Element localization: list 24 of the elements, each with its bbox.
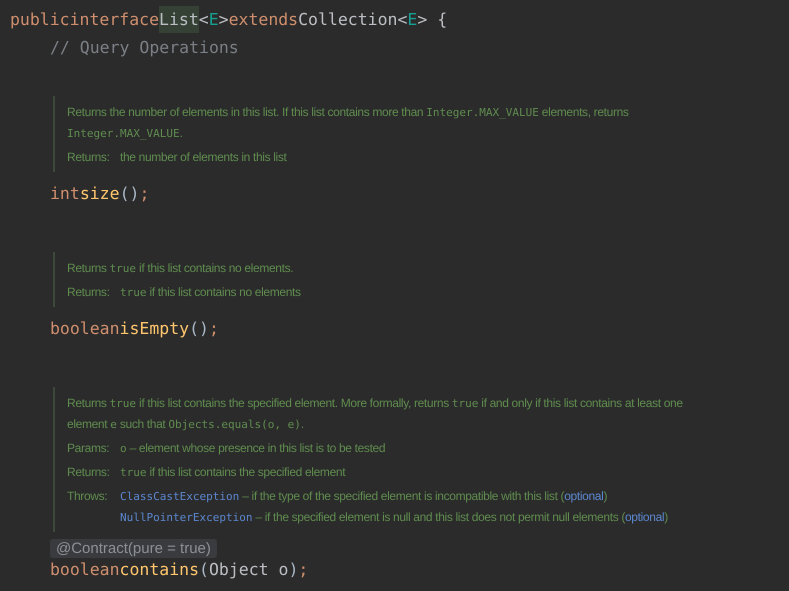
doc-link[interactable]: NullPointerException <box>120 511 252 524</box>
doc-link[interactable]: optional <box>564 489 604 503</box>
doc-description: Returns true if this list contains the specified element. More formally, returns true if and only if this list contains at least one element e such that Objects.equals(o, e). <box>67 395 684 433</box>
doc-tag-text: ClassCastException – if the type of the specified element is incompatible with this list (optional) <box>120 488 608 505</box>
doc-tag-label: Returns: <box>67 464 111 481</box>
doc-tag-text: NullPointerException – if the specified element is null and this list does not permit null elements (optional) <box>120 509 669 526</box>
doc-description: Returns the number of elements in this list. If this list contains more than Integer.MAX_VALUE elements, returns Integer.MAX_VALUE. <box>67 104 630 142</box>
doc-description: Returns true if this list contains no elements. <box>67 260 294 277</box>
code-line: publicinterfaceList<E>extendsCollection<E> { <box>10 6 448 34</box>
code-comment: // Query Operations <box>50 37 239 59</box>
annotation-hint: @Contract(pure = true) <box>50 539 217 558</box>
code-line: intsize(); <box>50 183 150 205</box>
doc-tag-label: Throws: <box>67 488 108 505</box>
doc-link[interactable]: optional <box>624 510 664 524</box>
doc-tag-text: o – element whose presence in this list is to be tested <box>120 440 386 457</box>
code-line: booleanisEmpty(); <box>50 318 219 340</box>
doc-tag-text: true if this list contains the specified element <box>120 464 346 481</box>
doc-tag-label: Returns: <box>67 149 111 166</box>
doc-tag-label: Params: <box>67 440 110 457</box>
doc-link[interactable]: ClassCastException <box>120 490 240 503</box>
doc-tag-text: true if this list contains no elements <box>120 284 302 301</box>
doc-tag-text: the number of elements in this list <box>120 149 288 166</box>
code-line: booleancontains(Object o); <box>50 559 308 581</box>
doc-tag-label: Returns: <box>67 284 111 301</box>
